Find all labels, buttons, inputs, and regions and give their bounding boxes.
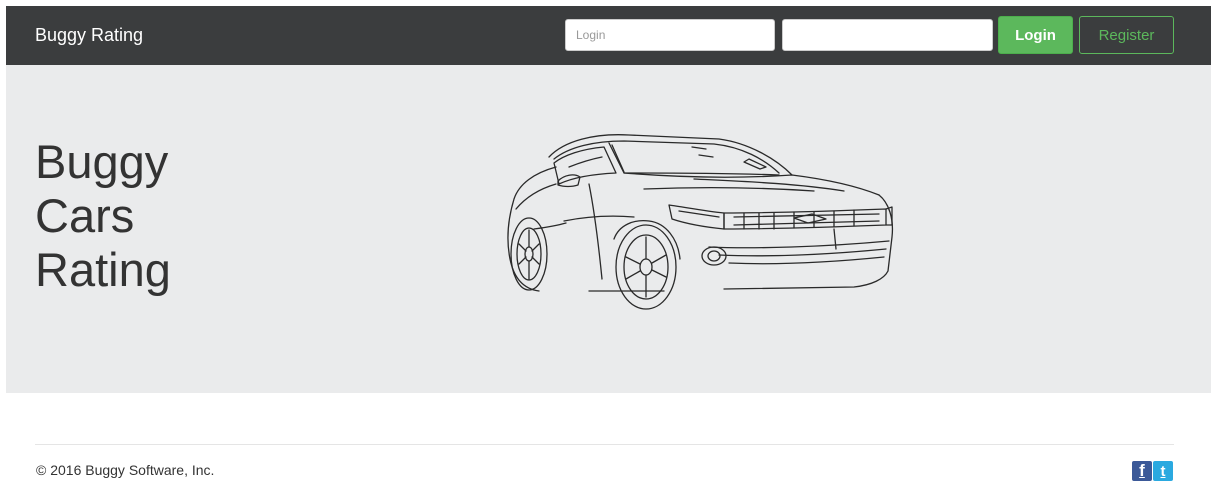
hero-title-line: Rating: [35, 243, 171, 296]
navbar: Buggy Rating Login Register: [6, 6, 1211, 65]
hero-title: Buggy Cars Rating: [35, 135, 335, 297]
login-button[interactable]: Login: [998, 16, 1073, 54]
hero-title-line: Buggy: [35, 135, 169, 188]
brand-link[interactable]: Buggy Rating: [35, 25, 143, 46]
hero-title-line: Cars: [35, 189, 135, 242]
twitter-icon[interactable]: t: [1153, 461, 1173, 481]
copyright-text: © 2016 Buggy Software, Inc.: [36, 462, 215, 478]
hero-banner: Buggy Cars Rating: [6, 65, 1211, 393]
car-illustration: [507, 134, 894, 310]
login-input[interactable]: [565, 19, 775, 51]
footer-divider: [35, 444, 1174, 445]
password-input[interactable]: [782, 19, 993, 51]
register-button[interactable]: Register: [1079, 16, 1174, 54]
facebook-icon[interactable]: f: [1132, 461, 1152, 481]
